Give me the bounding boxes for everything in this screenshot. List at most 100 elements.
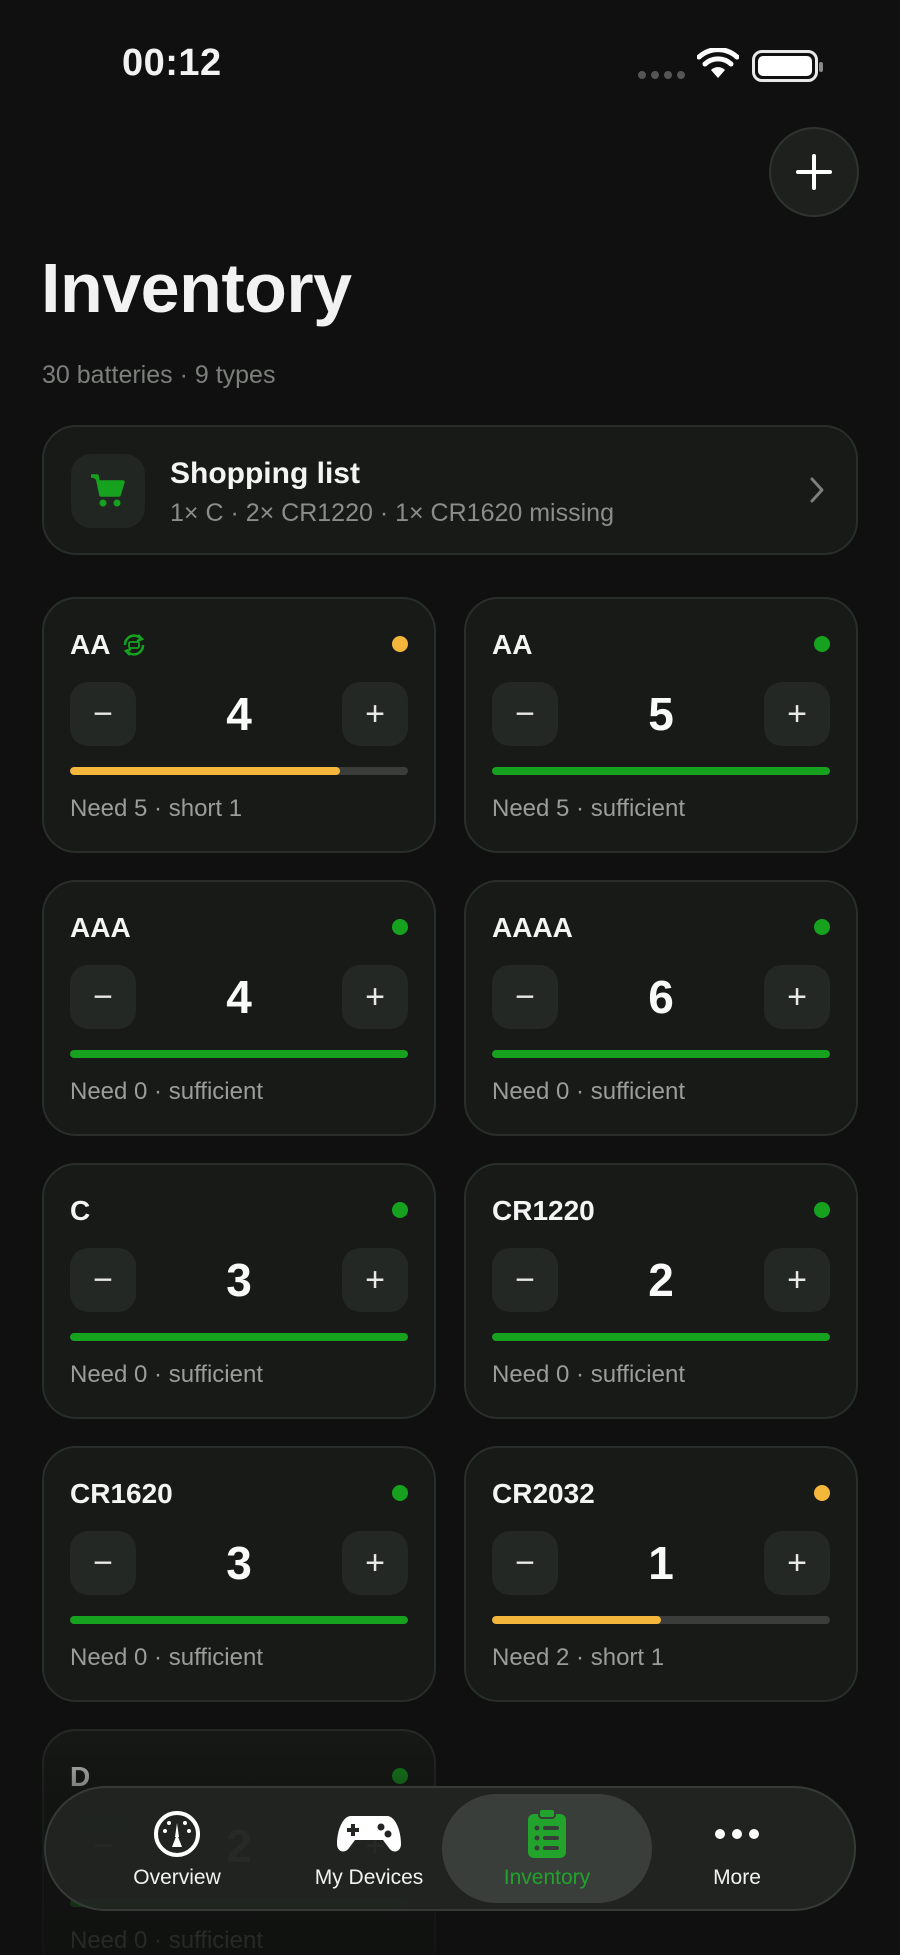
status-dot [814,1202,830,1218]
status-dot [814,636,830,652]
battery-type-label: AAAA [492,912,573,944]
battery-count: 4 [226,971,252,1023]
battery-count: 1 [648,1537,674,1589]
decrement-button[interactable]: − [492,682,558,746]
battery-type-label: CR1220 [492,1195,595,1227]
decrement-button[interactable]: − [70,1531,136,1595]
battery-type-name: CR1620 [70,1478,173,1509]
stock-progress-bar [492,1333,830,1341]
tab-label: My Devices [314,1866,424,1889]
battery-card: C − 3 + Need 0 · sufficient [42,1163,436,1419]
status-bar: 00:12 [0,0,900,130]
battery-card: CR1620 − 3 + Need 0 · sufficient [42,1446,436,1702]
battery-count: 3 [226,1254,252,1306]
battery-need-status: Need 0 · sufficient [70,1361,263,1388]
increment-button[interactable]: + [342,965,408,1029]
page-subtitle: 30 batteries · 9 types [42,361,276,389]
gamepad-icon [335,1808,403,1860]
battery-count: 5 [648,688,674,740]
battery-type-label: CR1620 [70,1478,173,1510]
battery-need-status: Need 5 · short 1 [70,795,243,822]
stock-progress-fill [492,1616,661,1624]
decrement-button[interactable]: − [492,1248,558,1312]
status-dot [392,636,408,652]
battery-type-label: AA [70,629,148,661]
increment-button[interactable]: + [764,965,830,1029]
battery-card: CR1220 − 2 + Need 0 · sufficient [464,1163,858,1419]
increment-button[interactable]: + [764,1248,830,1312]
battery-card: AA − 5 + Need 5 · sufficient [464,597,858,853]
battery-need-status: Need 2 · short 1 [492,1644,665,1671]
cart-icon-box [71,454,145,528]
battery-card: CR2032 − 1 + Need 2 · short 1 [464,1446,858,1702]
battery-type-label: AA [492,629,532,661]
gauge-icon [152,1808,202,1860]
stock-progress-fill [70,767,341,775]
battery-type-name: AA [70,629,111,660]
battery-need-status: Need 0 · sufficient [492,1361,685,1388]
battery-type-label: CR2032 [492,1478,595,1510]
battery-type-name: AA [492,629,533,660]
stock-progress-bar [70,1616,408,1624]
increment-button[interactable]: + [342,1248,408,1312]
clipboard-list-icon [526,1808,568,1860]
battery-count: 4 [226,688,252,740]
stock-progress-fill [492,767,830,775]
battery-card: AAA − 4 + Need 0 · sufficient [42,880,436,1136]
stock-progress-bar [70,1333,408,1341]
decrement-button[interactable]: − [492,1531,558,1595]
tab-bar: Overview My Devices Inventory More [44,1786,856,1911]
battery-count: 6 [648,971,674,1023]
stock-progress-bar [492,1616,830,1624]
decrement-button[interactable]: − [70,1248,136,1312]
increment-button[interactable]: + [342,1531,408,1595]
chevron-right-icon [810,477,824,503]
battery-type-name: CR1220 [492,1195,595,1226]
shopping-list-detail: 1× C · 2× CR1220 · 1× CR1620 missing [170,499,614,527]
tab-inventory[interactable]: Inventory [442,1794,652,1903]
tab-overview[interactable]: Overview [72,1794,282,1903]
stock-progress-fill [70,1616,408,1624]
battery-card: AAAA − 6 + Need 0 · sufficient [464,880,858,1136]
battery-type-name: AAA [70,912,131,943]
stock-progress-fill [70,1050,408,1058]
status-dot [392,1202,408,1218]
status-dot [392,1768,408,1784]
tab-label: Inventory [503,1866,591,1889]
stock-progress-bar [70,1050,408,1058]
battery-need-status: Need 0 · sufficient [70,1078,263,1105]
add-battery-button[interactable] [769,127,859,217]
plus-icon [796,154,832,190]
stock-progress-bar [492,767,830,775]
stock-progress-fill [492,1333,830,1341]
battery-type-label: C [70,1195,90,1227]
increment-button[interactable]: + [764,1531,830,1595]
status-dot [392,919,408,935]
battery-need-status: Need 0 · sufficient [70,1644,263,1671]
decrement-button[interactable]: − [70,965,136,1029]
stock-progress-fill [492,1050,830,1058]
stock-progress-fill [70,1333,408,1341]
battery-type-name: AAAA [492,912,573,943]
tab-more[interactable]: More [632,1794,842,1903]
shopping-list-card[interactable]: Shopping list 1× C · 2× CR1220 · 1× CR16… [42,425,858,555]
increment-button[interactable]: + [764,682,830,746]
battery-status-icon [752,50,823,82]
shopping-cart-icon [91,474,125,507]
page-title: Inventory [41,249,352,327]
tab-label: Overview [133,1866,221,1889]
decrement-button[interactable]: − [492,965,558,1029]
tab-label: More [713,1866,761,1889]
cellular-signal-icon [638,71,685,79]
wifi-icon [697,48,739,78]
battery-type-label: AAA [70,912,131,944]
rechargeable-icon [124,634,145,656]
stock-progress-bar [70,767,408,775]
ellipsis-icon [713,1808,761,1860]
decrement-button[interactable]: − [70,682,136,746]
battery-type-name: C [70,1195,91,1226]
increment-button[interactable]: + [342,682,408,746]
shopping-list-title: Shopping list [170,457,360,490]
status-dot [814,919,830,935]
status-dot [392,1485,408,1501]
